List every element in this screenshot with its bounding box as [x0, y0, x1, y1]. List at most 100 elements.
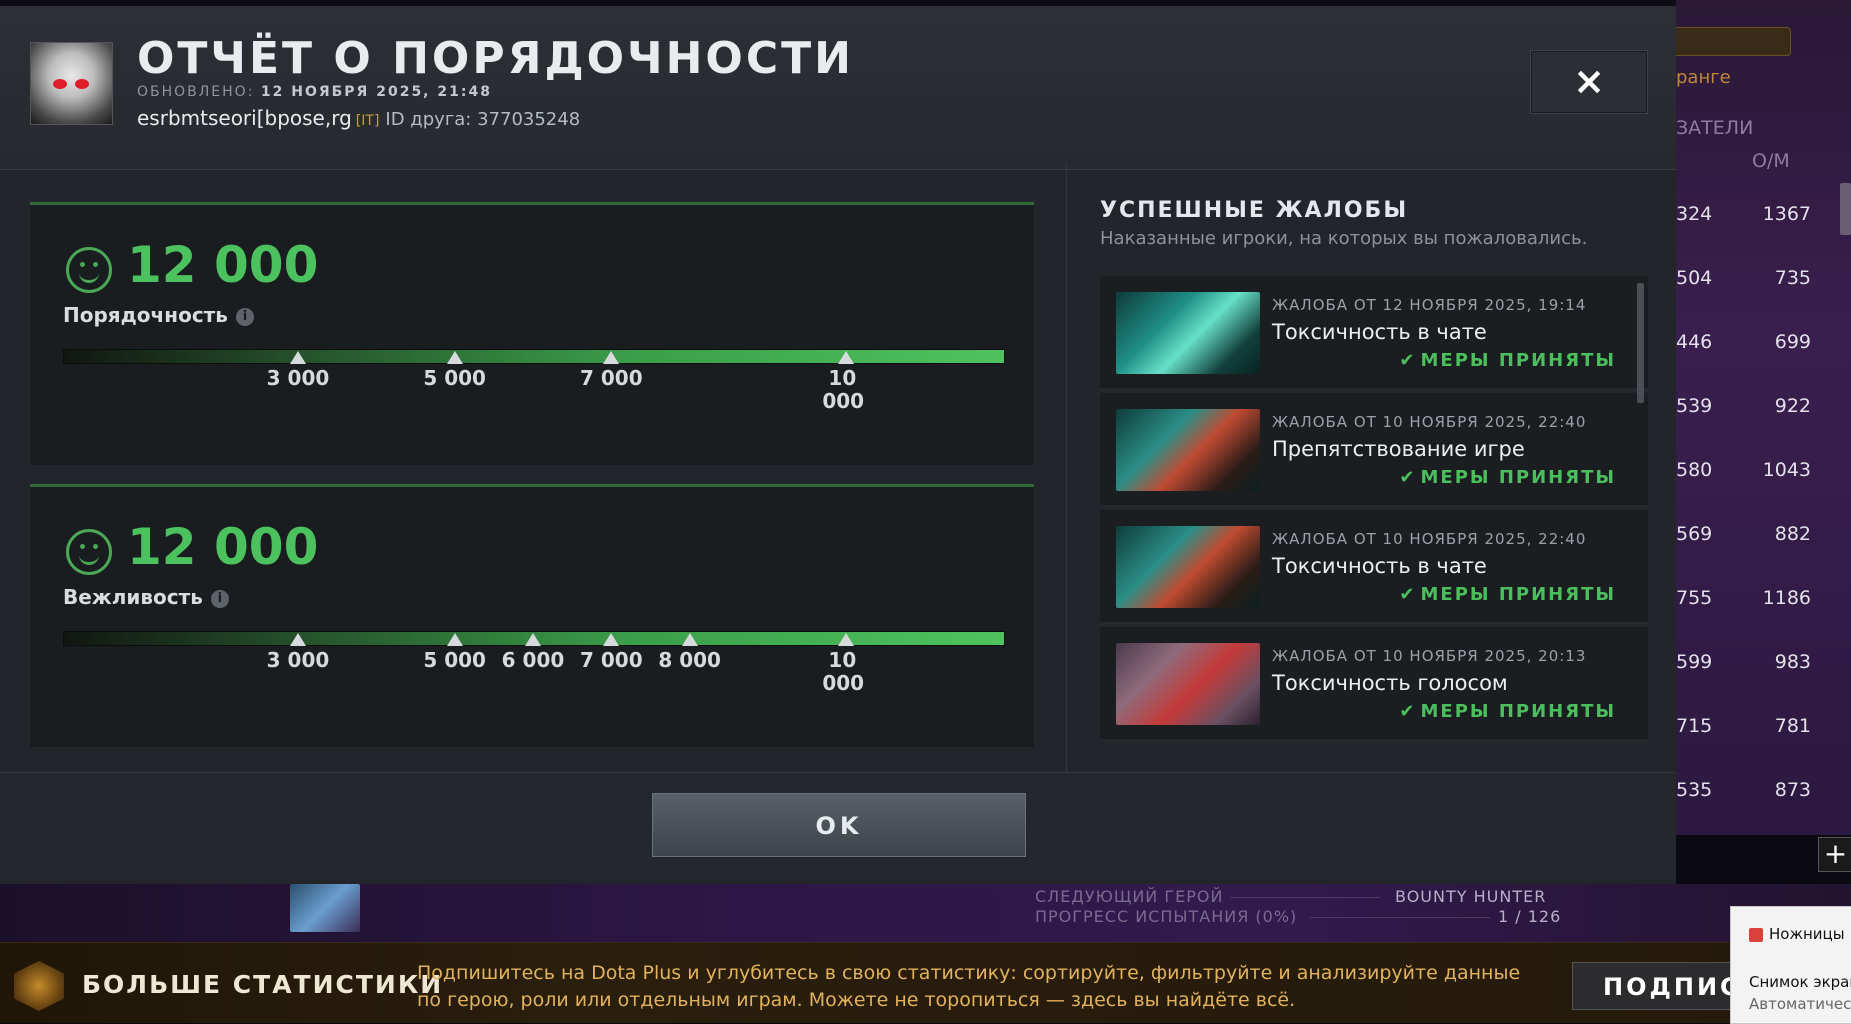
report-item[interactable]: ЖАЛОБА ОТ 10 НОЯБРЯ 2025, 22:40 Токсичнос… [1100, 510, 1648, 626]
report-status-text: МЕРЫ ПРИНЯТЫ [1420, 467, 1616, 488]
column-header: ЗАТЕЛИ [1676, 117, 1754, 139]
promo-text: Подпишитесь на Dota Plus и углубитесь в … [417, 962, 1521, 1011]
tick-label: 5 000 [423, 648, 486, 672]
conduct-label: Вежливость i [63, 585, 229, 609]
stat-row: 599 983 [1676, 633, 1851, 697]
stat-row: 504 735 [1676, 249, 1851, 313]
page-title: ОТЧЁТ О ПОРЯДОЧНОСТИ [137, 33, 854, 84]
notification-line2: Автоматически [1749, 995, 1851, 1013]
info-icon[interactable]: i [210, 590, 229, 608]
column-header-om: O/M [1752, 150, 1790, 172]
report-status: ✔ МЕРЫ ПРИНЯТЫ [1399, 350, 1616, 371]
stat-cell: 1367 [1762, 203, 1811, 225]
report-item[interactable]: ЖАЛОБА ОТ 10 НОЯБРЯ 2025, 22:40 Препятств… [1100, 393, 1648, 509]
conduct-score: 12 000 [127, 518, 319, 576]
report-reason: Токсичность в чате [1272, 320, 1487, 344]
smile-icon [66, 247, 112, 293]
add-button[interactable]: + [1818, 837, 1851, 872]
report-item[interactable]: ЖАЛОБА ОТ 12 НОЯБРЯ 2025, 19:14 Токсичнос… [1100, 276, 1648, 392]
tick-label: 5 000 [423, 366, 486, 390]
report-status: ✔ МЕРЫ ПРИНЯТЫ [1399, 467, 1616, 488]
tick-marker-icon [446, 633, 463, 646]
hero-portrait-icon [1116, 409, 1260, 491]
report-status: ✔ МЕРЫ ПРИНЯТЫ [1399, 584, 1616, 605]
tick-label: 7 000 [580, 366, 643, 390]
stat-cell: 922 [1774, 395, 1811, 417]
stat-cell: 715 [1676, 715, 1713, 737]
reports-scrollbar[interactable] [1637, 283, 1644, 403]
stat-cell: 599 [1676, 651, 1713, 673]
report-reason: Токсичность в чате [1272, 554, 1487, 578]
stat-row: 715 781 [1676, 697, 1851, 761]
stat-cell: 580 [1676, 459, 1713, 481]
next-hero-value: BOUNTY HUNTER [1395, 887, 1547, 906]
stat-cell: 873 [1774, 779, 1811, 801]
checkmark-icon: ✔ [1399, 467, 1417, 488]
stat-row: 539 922 [1676, 377, 1851, 441]
tick-marker-icon [446, 351, 463, 364]
notification-line1: Снимок экрана [1749, 973, 1851, 991]
hero-portrait-icon [1116, 526, 1260, 608]
tick-marker-icon [838, 633, 855, 646]
report-status-text: МЕРЫ ПРИНЯТЫ [1420, 584, 1616, 605]
conduct-label-text: Порядочность [63, 303, 228, 327]
conduct-score: 12 000 [127, 236, 319, 294]
report-date: ЖАЛОБА ОТ 10 НОЯБРЯ 2025, 22:40 [1272, 413, 1587, 431]
stat-cell: 1186 [1762, 587, 1811, 609]
rank-text: ранге [1676, 67, 1731, 88]
tick-label: 3 000 [266, 366, 330, 390]
background-scrollbar[interactable] [1840, 183, 1851, 235]
stat-cell: 983 [1774, 651, 1811, 673]
challenge-progress-label: ПРОГРЕСС ИСПЫТАНИЯ (0%) [1035, 907, 1298, 926]
notification-app: Ножницы [1769, 925, 1845, 943]
checkmark-icon: ✔ [1399, 701, 1417, 722]
next-hero-label: СЛЕДУЮЩИЙ ГЕРОЙ [1035, 887, 1224, 906]
stat-row: 535 873 [1676, 761, 1851, 825]
smile-icon [66, 529, 112, 575]
stat-cell: 446 [1676, 331, 1713, 353]
report-date: ЖАЛОБА ОТ 12 НОЯБРЯ 2025, 19:14 [1272, 296, 1587, 314]
subscribe-button[interactable]: ПОДПИСАТЬСЯ [1572, 962, 1732, 1010]
avatar [30, 42, 113, 125]
stat-cell: 699 [1774, 331, 1811, 353]
player-name: esrbmtseori[bpose,rg [137, 106, 352, 130]
stat-cell: 569 [1676, 523, 1713, 545]
info-icon[interactable]: i [235, 308, 254, 326]
report-date: ЖАЛОБА ОТ 10 НОЯБРЯ 2025, 20:13 [1272, 647, 1587, 665]
updated-value: 12 НОЯБРЯ 2025, 21:48 [260, 84, 492, 100]
tick-label: 3 000 [266, 648, 330, 672]
conduct-label: Порядочность i [63, 303, 254, 327]
conduct-bar [63, 349, 1005, 364]
rank-bar [1676, 27, 1791, 56]
report-item[interactable]: ЖАЛОБА ОТ 10 НОЯБРЯ 2025, 20:13 Токсичнос… [1100, 627, 1648, 743]
promo-title: БОЛЬШЕ СТАТИСТИКИ [82, 970, 444, 999]
reports-list[interactable]: ЖАЛОБА ОТ 12 НОЯБРЯ 2025, 19:14 Токсичнос… [1100, 276, 1648, 746]
reports-title: УСПЕШНЫЕ ЖАЛОБЫ [1100, 198, 1409, 223]
challenge-progress-value: 1 / 126 [1498, 907, 1562, 926]
tick-label: 10 000 [822, 366, 865, 413]
tick-label: 10 000 [822, 648, 865, 695]
tick-marker-icon [681, 633, 698, 646]
snipping-tool-notification[interactable]: Ножницы Снимок экрана Автоматически [1730, 906, 1851, 1024]
tick-marker-icon [603, 351, 620, 364]
ok-button[interactable]: OK [652, 793, 1026, 857]
hero-portrait-icon [1116, 292, 1260, 374]
close-button[interactable]: × [1530, 50, 1648, 114]
divider [1066, 164, 1067, 776]
tick-label: 6 000 [501, 648, 565, 672]
conduct-panel-politeness: 12 000 Вежливость i 3 000 5 000 6 000 7 000 8… [30, 484, 1034, 747]
report-status-text: МЕРЫ ПРИНЯТЫ [1420, 701, 1616, 722]
tick-label: 7 000 [580, 648, 643, 672]
progress-line [1230, 897, 1380, 898]
friend-id: ID друга: 377035248 [385, 109, 581, 130]
conduct-label-text: Вежливость [63, 585, 203, 609]
stat-cell: 882 [1774, 523, 1811, 545]
stat-cell: 324 [1676, 203, 1713, 225]
player-info: esrbmtseori[bpose,rg [IT] ID друга: 377035… [137, 106, 580, 130]
tick-marker-icon [290, 633, 306, 646]
report-reason: Токсичность голосом [1272, 671, 1508, 695]
tick-marker-icon [838, 351, 855, 364]
hero-portrait-icon [1116, 643, 1260, 725]
tick-label: 8 000 [658, 648, 721, 672]
player-tag: [IT] [355, 113, 380, 129]
